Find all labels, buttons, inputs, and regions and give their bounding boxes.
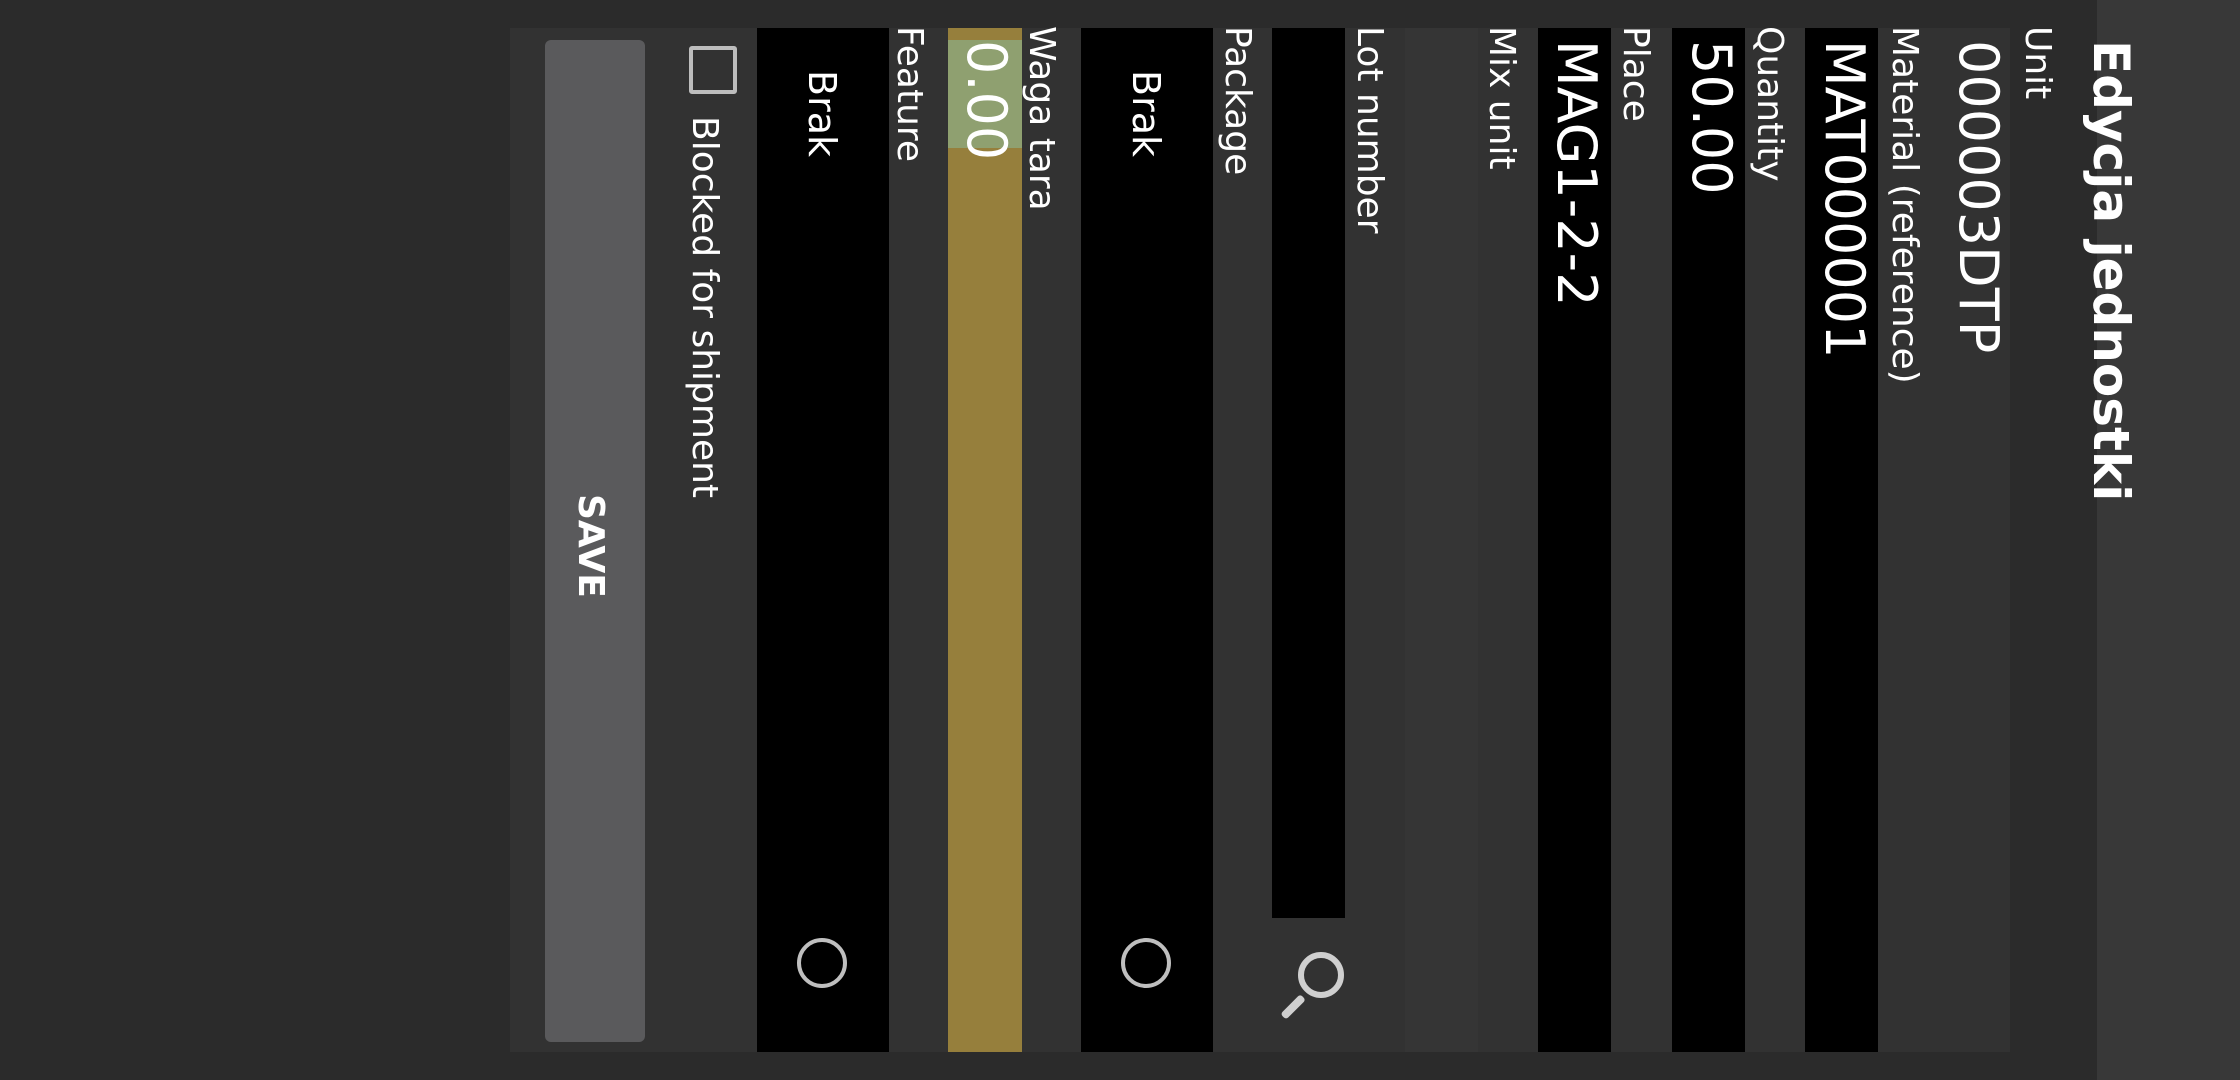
radio-icon: [1121, 938, 1171, 988]
feature-select[interactable]: [757, 28, 889, 1052]
page-title: Edycja jednostki: [2082, 40, 2140, 502]
radio-icon: [797, 938, 847, 988]
waga-tara-label: Waga tara: [1021, 26, 1062, 211]
feature-label: Feature: [889, 26, 930, 163]
mix-unit-label: Mix unit: [1481, 26, 1522, 170]
material-label: Material (reference): [1884, 26, 1925, 384]
unit-value: 000003DTP: [1947, 40, 2010, 354]
mix-unit-field[interactable]: [1405, 28, 1478, 1052]
material-value: MAT000001: [1813, 40, 1876, 359]
waga-tara-input[interactable]: [948, 28, 1022, 1052]
lot-search-button[interactable]: [1272, 940, 1352, 1020]
unit-edit-screen: Edycja jednostki Unit 000003DTP Material…: [0, 0, 2240, 1080]
search-icon: [1298, 952, 1344, 998]
form-card: [510, 28, 2010, 1052]
package-select[interactable]: [1081, 28, 1213, 1052]
quantity-value: 50.00: [1680, 40, 1743, 195]
blocked-label: Blocked for shipment: [684, 116, 725, 499]
quantity-label: Quantity: [1749, 26, 1790, 182]
unit-label: Unit: [2017, 26, 2058, 100]
package-value: Brak: [1124, 70, 1168, 157]
package-label: Package: [1217, 26, 1258, 176]
feature-value: Brak: [800, 70, 844, 157]
save-button-label: SAVE: [570, 494, 611, 598]
lot-number-input[interactable]: [1272, 28, 1345, 918]
blocked-checkbox[interactable]: [689, 46, 737, 94]
place-value: MAG1-2-2: [1545, 40, 1608, 307]
lot-number-label: Lot number: [1349, 26, 1390, 234]
place-label: Place: [1615, 26, 1656, 122]
waga-tara-value: 0.00: [955, 40, 1018, 161]
